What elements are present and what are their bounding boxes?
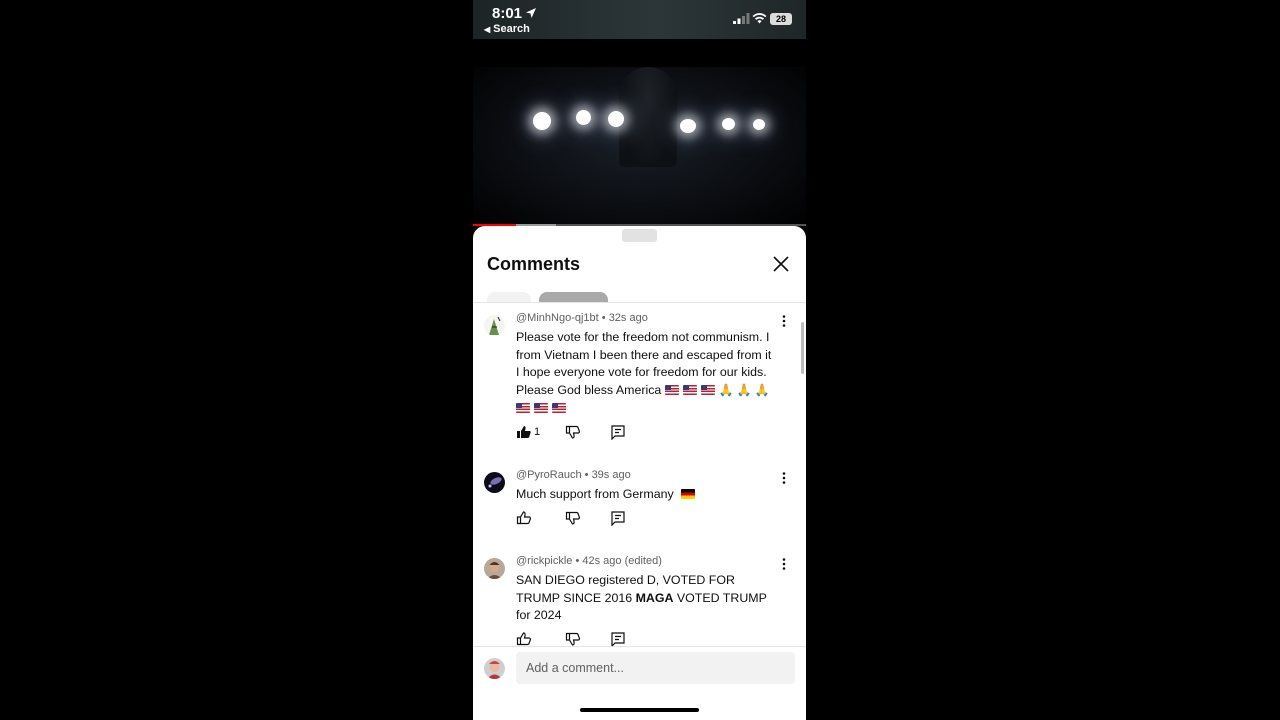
comment-meta: @PyroRauch • 39s ago bbox=[516, 469, 631, 481]
more-vertical-icon[interactable] bbox=[780, 471, 788, 485]
comment-meta: @MinhNgo-qj1bt • 32s ago bbox=[516, 312, 648, 324]
thumbs-up-icon[interactable] bbox=[516, 510, 532, 526]
close-icon[interactable] bbox=[771, 254, 791, 274]
comments-sheet: Comments @MinhNgo-qj1bt • 32s ago Please… bbox=[473, 226, 806, 720]
back-triangle-icon: ◀ bbox=[484, 25, 491, 34]
drag-handle[interactable] bbox=[622, 229, 657, 242]
us-flag-emoji bbox=[516, 402, 530, 413]
like-count: 1 bbox=[534, 426, 541, 438]
reply-icon[interactable] bbox=[610, 424, 626, 440]
comment-text: SAN DIEGO registered D, VOTED FOR TRUMP … bbox=[516, 572, 778, 625]
comment-meta: @rickpickle • 42s ago (edited) bbox=[516, 555, 662, 567]
silhouette bbox=[619, 67, 677, 167]
stage-light bbox=[576, 110, 591, 125]
comment-time: 42s ago (edited) bbox=[582, 555, 662, 567]
avatar[interactable] bbox=[484, 472, 505, 493]
comment-author[interactable]: @MinhNgo-qj1bt bbox=[516, 312, 599, 324]
stage-light bbox=[680, 119, 696, 133]
stage-light bbox=[533, 112, 551, 130]
praying-hands-emoji: 🙏 bbox=[736, 383, 752, 398]
comment-text: Much support from Germany bbox=[516, 486, 778, 504]
us-flag-emoji bbox=[700, 385, 715, 396]
sheet-title: Comments bbox=[487, 254, 581, 274]
comment-text-content: Much support from Germany bbox=[516, 487, 674, 501]
location-arrow-icon bbox=[526, 8, 536, 18]
avatar[interactable] bbox=[484, 315, 505, 336]
reply-icon[interactable] bbox=[610, 510, 626, 526]
comment-text: Please vote for the freedom not communis… bbox=[516, 329, 778, 418]
stage-light bbox=[608, 111, 624, 127]
divider bbox=[473, 646, 806, 647]
thumbs-down-icon[interactable] bbox=[565, 631, 581, 646]
video-player[interactable] bbox=[473, 39, 806, 227]
comment-author[interactable]: @rickpickle bbox=[516, 555, 572, 567]
add-comment-input[interactable] bbox=[516, 652, 795, 684]
avatar bbox=[484, 658, 505, 679]
video-frame bbox=[473, 67, 806, 227]
wifi-icon bbox=[752, 13, 767, 24]
us-flag-emoji bbox=[682, 385, 697, 396]
comment-author[interactable]: @PyroRauch bbox=[516, 469, 582, 481]
stage-light bbox=[753, 119, 765, 130]
status-bar: 8:01 ◀ Search 28 bbox=[473, 0, 806, 39]
more-vertical-icon[interactable] bbox=[780, 314, 788, 328]
us-flag-emoji bbox=[664, 385, 679, 396]
scrollbar[interactable] bbox=[801, 322, 804, 374]
thumbs-up-icon[interactable] bbox=[516, 631, 532, 646]
more-vertical-icon[interactable] bbox=[780, 557, 788, 571]
germany-flag-emoji bbox=[681, 489, 696, 499]
comment-list[interactable]: @MinhNgo-qj1bt • 32s ago Please vote for… bbox=[473, 303, 806, 646]
back-to-search[interactable]: ◀ Search bbox=[484, 23, 530, 35]
home-indicator[interactable] bbox=[580, 708, 699, 712]
cell-signal-icon bbox=[733, 13, 750, 24]
us-flag-emoji bbox=[534, 402, 548, 413]
thumbs-down-icon[interactable] bbox=[565, 510, 581, 526]
back-label: Search bbox=[493, 23, 530, 35]
thumbs-up-icon[interactable] bbox=[516, 424, 532, 440]
sort-chip-top[interactable] bbox=[487, 292, 531, 302]
us-flag-emoji bbox=[552, 402, 566, 413]
praying-hands-emoji: 🙏 bbox=[718, 383, 734, 398]
clock: 8:01 bbox=[492, 5, 523, 22]
stage-light bbox=[722, 118, 735, 130]
praying-hands-emoji: 🙏 bbox=[754, 383, 770, 398]
battery-icon: 28 bbox=[770, 13, 792, 25]
phone-screen: 8:01 ◀ Search 28 Comments @MinhNgo-qj1bt… bbox=[473, 0, 806, 720]
comment-text-bold: MAGA bbox=[635, 590, 674, 605]
avatar[interactable] bbox=[484, 558, 505, 579]
sort-chip-newest[interactable] bbox=[539, 292, 608, 302]
comment-time: 32s ago bbox=[608, 312, 648, 324]
comment-time: 39s ago bbox=[591, 469, 631, 481]
thumbs-down-icon[interactable] bbox=[565, 424, 581, 440]
reply-icon[interactable] bbox=[610, 631, 626, 646]
